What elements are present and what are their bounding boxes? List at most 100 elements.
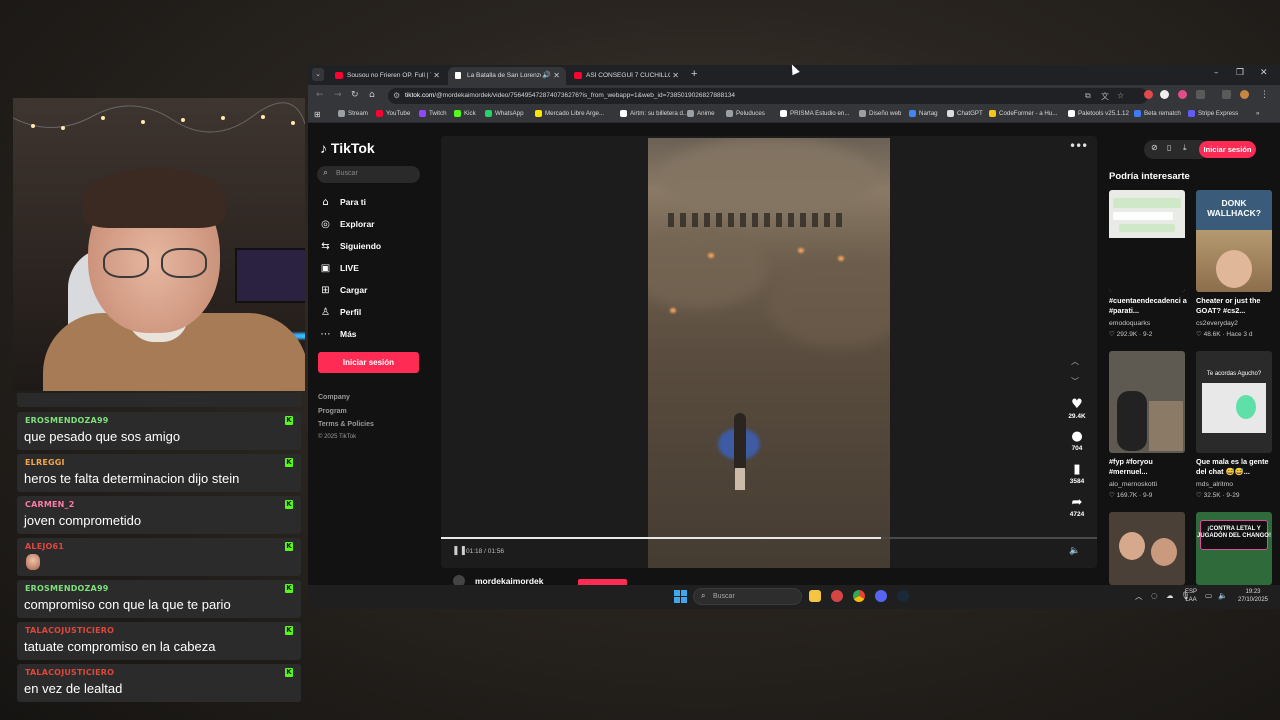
profile-avatar-icon[interactable]	[1240, 90, 1249, 99]
clock-time[interactable]: 19:23	[1234, 589, 1272, 595]
save-button[interactable]: ▮ 3584	[1062, 463, 1092, 486]
install-icon[interactable]: ⧉	[1085, 91, 1091, 101]
bookmark-item[interactable]: Peluduces	[726, 110, 765, 117]
bookmark-item[interactable]: CodeFormer - a Hu...	[989, 110, 1057, 117]
speaker-icon[interactable]: 🔊	[542, 71, 551, 79]
recommendation-author[interactable]: mds_alritmo	[1196, 481, 1233, 488]
comment-button[interactable]: ● 704	[1062, 430, 1092, 453]
nav-item-live[interactable]: ▣ LIVE	[319, 261, 359, 275]
back-arrow-icon[interactable]: ←	[316, 90, 324, 100]
recommendation-thumbnail[interactable]	[1109, 512, 1185, 585]
restore-icon[interactable]: ❐	[1236, 68, 1244, 78]
bookmark-item[interactable]: Twitch	[419, 110, 447, 117]
like-button[interactable]: ♥ 29.4K	[1062, 398, 1092, 421]
next-video-chevron-icon[interactable]: ﹀	[1071, 376, 1079, 387]
recommendation-author[interactable]: cs2everyday2	[1196, 320, 1238, 327]
keyboard-layout[interactable]: LAA	[1185, 597, 1197, 603]
bookmark-item[interactable]: Nartag	[909, 110, 938, 117]
login-button[interactable]: Iniciar sesión	[318, 352, 419, 373]
volume-icon[interactable]: 🔈	[1218, 591, 1227, 600]
more-options-icon[interactable]: •••	[1069, 139, 1088, 153]
previous-video-chevron-icon[interactable]: ︿	[1071, 356, 1079, 367]
volume-icon[interactable]: 🔈	[1069, 546, 1080, 556]
display-icon[interactable]: ▭	[1205, 591, 1212, 600]
recommendation-thumbnail[interactable]	[1109, 351, 1185, 453]
minimize-icon[interactable]: –	[1214, 68, 1219, 78]
recommendation-caption[interactable]: Cheater or just the GOAT? #cs2...	[1196, 296, 1276, 316]
close-icon[interactable]: ✕	[553, 71, 560, 80]
reload-icon[interactable]: ↻	[351, 90, 359, 100]
keyboard-language[interactable]: ESP	[1185, 589, 1197, 595]
bookmark-item[interactable]: Airtm: su billetera d...	[620, 110, 688, 117]
footer-link-terms[interactable]: Terms & Policies	[318, 421, 374, 428]
translate-icon[interactable]: 文	[1101, 91, 1109, 102]
new-tab-plus-icon[interactable]: +	[691, 68, 697, 80]
tray-app-icon[interactable]: ◌	[1151, 591, 1158, 600]
footer-link-company[interactable]: Company	[318, 394, 350, 401]
site-info-icon[interactable]: ⚙	[393, 91, 400, 100]
bookmark-item[interactable]: ChatGPT	[947, 110, 983, 117]
extension-icon[interactable]	[1178, 90, 1187, 99]
tab-search-chevron-icon[interactable]: ⌄	[312, 68, 324, 81]
header-login-button[interactable]: Iniciar sesión	[1199, 141, 1256, 158]
extensions-puzzle-icon[interactable]	[1196, 90, 1205, 99]
forward-arrow-icon[interactable]: →	[334, 90, 342, 100]
nav-item-mas[interactable]: ⋯ Más	[319, 327, 357, 341]
tray-cloud-icon[interactable]: ☁	[1166, 591, 1174, 600]
recommendation-caption[interactable]: #fyp #foryou #mernuel...	[1109, 457, 1189, 477]
home-icon[interactable]: ⌂	[369, 90, 375, 100]
apps-grid-icon[interactable]: ⊞	[314, 110, 321, 119]
nav-item-siguiendo[interactable]: ⇆ Siguiendo	[319, 239, 381, 253]
bookmark-item[interactable]: YouTube	[376, 110, 410, 117]
bookmark-star-icon[interactable]: ☆	[1117, 91, 1124, 100]
recommendation-caption[interactable]: Que mala es la gente del chat 😅😅...	[1196, 457, 1276, 477]
recommendation-caption[interactable]: #cuentaendecadenci a #parati...	[1109, 296, 1189, 316]
discord-icon[interactable]	[875, 590, 887, 602]
recommendation-thumbnail[interactable]: ¡CONTRA LETAL Y JUGADÓN DEL CHANGO!	[1196, 512, 1272, 585]
nav-item-explorar[interactable]: ◎ Explorar	[319, 217, 374, 231]
bookmarks-overflow-icon[interactable]: »	[1256, 110, 1259, 117]
bookmark-item[interactable]: Stripe Express	[1188, 110, 1238, 117]
address-bar[interactable]: ⚙ tiktok.com/@mordekaimordek/video/75649…	[388, 88, 1148, 104]
window-close-icon[interactable]: ✕	[1260, 68, 1268, 78]
tray-chevron-up-icon[interactable]: ︿	[1135, 591, 1143, 602]
video-player[interactable]: ••• ❚❚ 01:18 / 01:56 🔈	[441, 136, 1097, 568]
extension-icon[interactable]	[1160, 90, 1169, 99]
author-name[interactable]: mordekaimordek	[475, 576, 544, 586]
recommendation-thumbnail[interactable]: Te acordas Agucho?	[1196, 351, 1272, 453]
author-avatar[interactable]	[453, 574, 465, 585]
bookmark-item[interactable]: Beta rematch	[1134, 110, 1181, 117]
bookmark-item[interactable]: Stream	[338, 110, 368, 117]
device-icon[interactable]: ▯	[1167, 143, 1171, 152]
bookmark-item[interactable]: Diseño web	[859, 110, 901, 117]
recommendation-author[interactable]: alo_mernoskotti	[1109, 481, 1157, 488]
taskbar-search-input[interactable]: ⌕ Buscar	[693, 588, 802, 605]
footer-link-program[interactable]: Program	[318, 408, 347, 415]
bookmark-item[interactable]: Kick	[454, 110, 476, 117]
app-icon[interactable]	[831, 590, 843, 602]
video-progress-bar[interactable]	[441, 537, 1097, 539]
close-icon[interactable]: ✕	[672, 71, 679, 80]
nav-item-cargar[interactable]: ⊞ Cargar	[319, 283, 367, 297]
tab-youtube-cuchillos[interactable]: ASÍ CONSEGUÍ 7 CUCHILLOS E ✕	[567, 67, 685, 85]
video-frame-battle-scene[interactable]	[648, 138, 890, 568]
tiktok-search-input[interactable]: ⌕ Buscar	[317, 166, 420, 183]
pause-icon[interactable]: ❚❚	[452, 546, 467, 556]
tiktok-logo[interactable]: ♪ TikTok	[320, 140, 375, 156]
share-button[interactable]: ➦ 4724	[1062, 496, 1092, 519]
recommendation-author[interactable]: emodoquarks	[1109, 320, 1150, 327]
nav-item-perfil[interactable]: ♙ Perfil	[319, 305, 361, 319]
chrome-icon[interactable]	[853, 590, 865, 602]
windows-start-icon[interactable]	[674, 590, 687, 603]
download-icon[interactable]: ⤓	[1183, 143, 1187, 153]
tab-youtube-frieren[interactable]: Sousou no Frieren OP. Full | Yu ✕	[328, 67, 446, 85]
steam-icon[interactable]	[897, 590, 909, 602]
bookmark-item[interactable]: Anime	[687, 110, 715, 117]
bookmark-item[interactable]: WhatsApp	[485, 110, 524, 117]
bookmark-item[interactable]: PRISMA Estudio en...	[780, 110, 850, 117]
compass-icon[interactable]: ⊘	[1151, 143, 1158, 152]
kebab-menu-icon[interactable]: ⋮	[1260, 90, 1269, 100]
clock-date[interactable]: 27/10/2025	[1234, 597, 1272, 603]
bookmark-item[interactable]: Paletools v25.1.12	[1068, 110, 1129, 117]
recommendation-thumbnail[interactable]: DONK WALLHACK?	[1196, 190, 1272, 292]
